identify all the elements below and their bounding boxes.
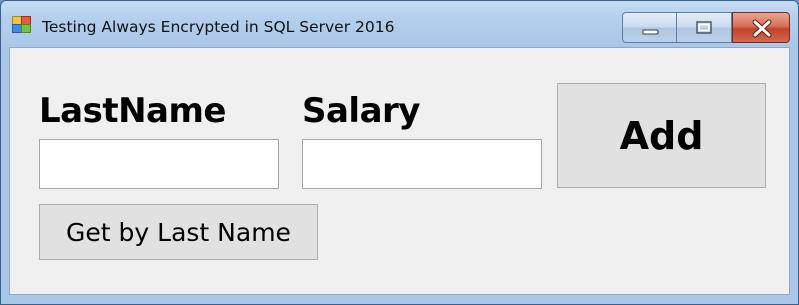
salary-input[interactable] xyxy=(302,139,542,189)
form-client-area: LastName Salary Add Get by Last Name xyxy=(9,47,790,295)
add-button[interactable]: Add xyxy=(557,83,766,188)
get-by-last-name-button[interactable]: Get by Last Name xyxy=(39,204,318,260)
window-title: Testing Always Encrypted in SQL Server 2… xyxy=(42,18,395,36)
app-window: Testing Always Encrypted in SQL Server 2… xyxy=(0,0,799,305)
lastname-label: LastName xyxy=(39,91,226,131)
title-bar[interactable]: Testing Always Encrypted in SQL Server 2… xyxy=(1,1,798,47)
salary-label: Salary xyxy=(302,91,420,131)
maximize-icon xyxy=(696,21,712,34)
lastname-input[interactable] xyxy=(39,139,279,189)
minimize-icon xyxy=(642,29,659,35)
windows-form-icon xyxy=(12,16,32,34)
maximize-button[interactable] xyxy=(677,12,732,43)
minimize-button[interactable] xyxy=(622,12,677,43)
close-button[interactable] xyxy=(732,12,790,43)
close-icon xyxy=(752,19,772,38)
